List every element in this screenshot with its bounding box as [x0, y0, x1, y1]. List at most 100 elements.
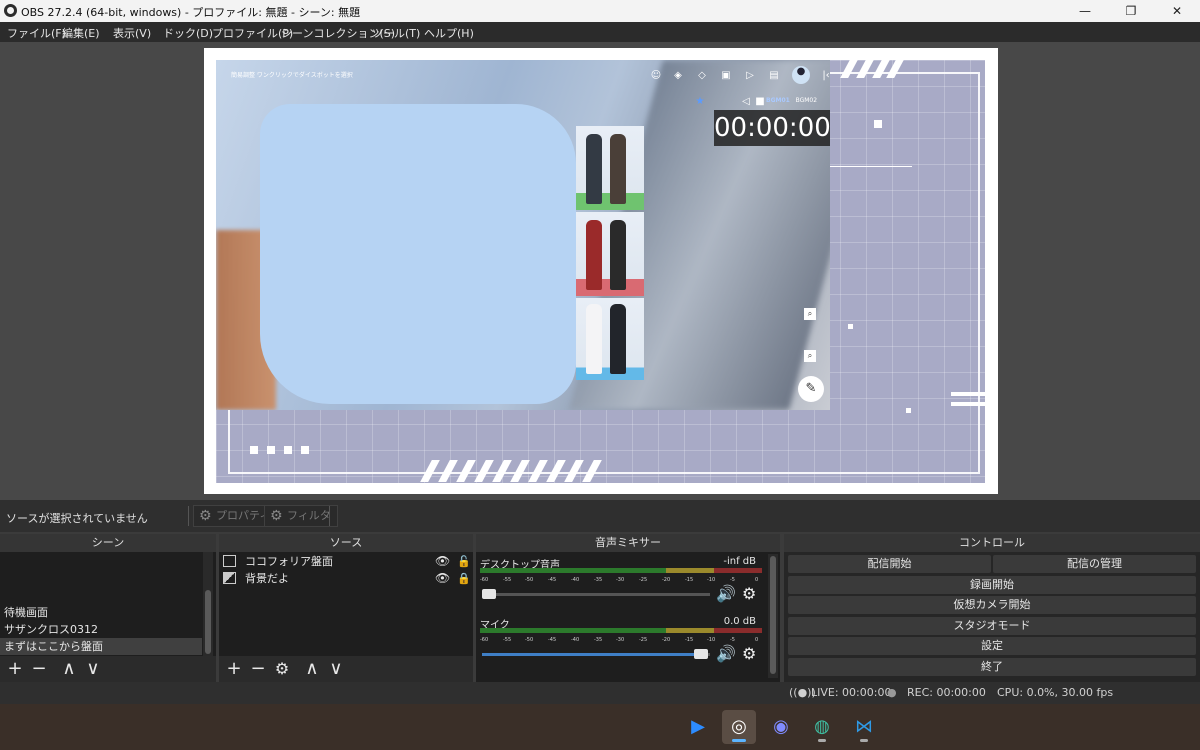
- star-icon: ★: [695, 96, 705, 107]
- volume-slider[interactable]: [482, 649, 710, 659]
- start-recording-button[interactable]: 録画開始: [788, 576, 1196, 594]
- preview-canvas[interactable]: 簡易調整 ワンクリックでダイスボットを選択 ☺ ◈ ◇ ▣ ▷ ▤ ● |‹ ★…: [204, 48, 998, 494]
- menu-edit[interactable]: 編集(E): [62, 25, 100, 41]
- zoom-in-icon[interactable]: ⌕: [804, 308, 816, 320]
- visibility-eye-icon[interactable]: 👁: [435, 570, 450, 587]
- move-source-up-button[interactable]: ∧: [301, 658, 323, 680]
- scene-item[interactable]: 待機画面: [0, 604, 202, 621]
- gear-icon[interactable]: ⚙: [742, 644, 756, 663]
- status-bar: ((●)) LIVE: 00:00:00 ● REC: 00:00:00 CPU…: [0, 682, 1200, 704]
- lock-icon[interactable]: 🔒: [457, 570, 471, 587]
- scrollbar-thumb[interactable]: [770, 556, 776, 674]
- filters-label: フィルタ: [287, 509, 331, 522]
- zoom-app-icon[interactable]: ▶: [681, 710, 715, 744]
- obs-app-icon[interactable]: ◎: [722, 710, 756, 744]
- board-overlay-text: 簡易調整 ワンクリックでダイスボットを選択: [231, 72, 353, 79]
- source-row[interactable]: ココフォリア盤面 👁 🔓: [221, 553, 471, 570]
- menu-tools[interactable]: ツール(T): [372, 25, 420, 41]
- dice-icon: ☺: [650, 70, 662, 81]
- menu-help[interactable]: ヘルプ(H): [424, 25, 474, 41]
- scenes-header: シーン: [0, 534, 216, 552]
- no-source-selected-label: ソースが選択されていません: [6, 512, 148, 525]
- unlock-icon[interactable]: 🔓: [457, 553, 471, 570]
- rec-time: REC: 00:00:00: [907, 686, 986, 699]
- scenes-dock: シーン 待機画面 サザンクロス0312 まずはここから盤面 + − ∧ ∨: [0, 534, 216, 682]
- move-source-down-button[interactable]: ∨: [325, 658, 347, 680]
- scrollbar-thumb[interactable]: [205, 590, 211, 654]
- divider: [329, 506, 330, 526]
- character-figure: [610, 134, 626, 204]
- discord-app-icon[interactable]: ◉: [764, 710, 798, 744]
- bgm-tab-2[interactable]: BGM02: [796, 97, 817, 104]
- mixer-scrollbar[interactable]: [768, 554, 778, 678]
- film-icon: ▤: [769, 70, 779, 81]
- image-icon: [223, 572, 236, 584]
- play-icon: ▷: [746, 70, 754, 81]
- character-figure: [610, 304, 626, 374]
- speaker-icon[interactable]: 🔊: [716, 644, 736, 663]
- filters-button[interactable]: ⚙ フィルタ: [264, 505, 338, 527]
- settings-button[interactable]: 設定: [788, 637, 1196, 655]
- add-source-button[interactable]: +: [223, 658, 245, 680]
- move-scene-down-button[interactable]: ∨: [82, 658, 104, 680]
- bgm-tab-1[interactable]: BGM01: [766, 97, 790, 104]
- obs-icon: ◎: [731, 716, 747, 737]
- source-row[interactable]: 背景だよ 👁 🔒: [221, 570, 471, 587]
- stack-icon: ◇: [698, 70, 706, 81]
- sources-toolbar: + − ⚙ ∧ ∨: [219, 656, 473, 682]
- timer-display: 00:00:00: [714, 110, 830, 146]
- vscode-app-icon[interactable]: ⋈: [847, 710, 881, 744]
- scenes-scrollbar[interactable]: [203, 552, 213, 656]
- channel-db: 0.0 dB: [723, 616, 756, 627]
- close-button[interactable]: ✕: [1154, 0, 1200, 22]
- exit-button[interactable]: 終了: [788, 658, 1196, 676]
- deco-bar: [951, 402, 985, 406]
- minimize-button[interactable]: —: [1062, 0, 1108, 22]
- running-indicator: [818, 739, 826, 742]
- sources-list: ココフォリア盤面 👁 🔓 背景だよ 👁 🔒: [219, 552, 473, 656]
- manage-broadcast-button[interactable]: 配信の管理: [993, 555, 1196, 573]
- deco-square: [848, 324, 853, 329]
- character-card-3: [576, 298, 644, 380]
- studio-mode-button[interactable]: スタジオモード: [788, 617, 1196, 635]
- start-virtual-camera-button[interactable]: 仮想カメラ開始: [788, 596, 1196, 614]
- volume-slider[interactable]: [482, 589, 710, 599]
- character-figure: [586, 134, 602, 204]
- cpu-fps: CPU: 0.0%, 30.00 fps: [997, 686, 1114, 699]
- filter-icon: ⚙: [270, 508, 283, 524]
- zoom-out-icon[interactable]: ⌕: [804, 350, 816, 362]
- menu-file[interactable]: ファイル(F): [7, 25, 66, 41]
- edge-icon: ◍: [814, 716, 830, 737]
- start-streaming-button[interactable]: 配信開始: [788, 555, 991, 573]
- speaker-icon[interactable]: 🔊: [716, 584, 736, 603]
- controls-body: 配信開始 配信の管理 録画開始 仮想カメラ開始 スタジオモード 設定 終了: [784, 552, 1200, 682]
- controls-dock: コントロール 配信開始 配信の管理 録画開始 仮想カメラ開始 スタジオモード 設…: [784, 534, 1200, 682]
- scene-item-selected[interactable]: まずはここから盤面: [0, 638, 202, 655]
- active-indicator: [732, 739, 746, 742]
- remove-source-button[interactable]: −: [247, 658, 269, 680]
- character-card-2: [576, 212, 644, 296]
- board-screenshot: 簡易調整 ワンクリックでダイスボットを選択 ☺ ◈ ◇ ▣ ▷ ▤ ● |‹ ★…: [216, 60, 830, 410]
- source-name: 背景だよ: [245, 572, 289, 585]
- avatar: ●: [792, 66, 810, 84]
- remove-scene-button[interactable]: −: [28, 658, 50, 680]
- preview-area[interactable]: 簡易調整 ワンクリックでダイスボットを選択 ☺ ◈ ◇ ▣ ▷ ▤ ● |‹ ★…: [0, 42, 1200, 500]
- scene-item[interactable]: サザンクロス0312: [0, 621, 202, 638]
- menu-dock[interactable]: ドック(D): [163, 25, 213, 41]
- bgm-tabs: BGM01 BGM02: [766, 97, 817, 104]
- restore-button[interactable]: ❐: [1108, 0, 1154, 22]
- edge-app-icon[interactable]: ◍: [805, 710, 839, 744]
- menu-view[interactable]: 表示(V): [113, 25, 151, 41]
- volume-fill: [482, 653, 698, 656]
- obs-logo-icon: [4, 4, 17, 17]
- source-settings-button[interactable]: ⚙: [271, 658, 293, 680]
- pencil-icon[interactable]: ✎: [798, 376, 824, 402]
- gear-icon[interactable]: ⚙: [742, 584, 756, 603]
- volume-knob[interactable]: [482, 589, 496, 599]
- volume-knob[interactable]: [694, 649, 708, 659]
- gear-icon: ⚙: [199, 508, 212, 524]
- visibility-eye-icon[interactable]: 👁: [435, 553, 450, 570]
- add-scene-button[interactable]: +: [4, 658, 26, 680]
- move-scene-up-button[interactable]: ∧: [58, 658, 80, 680]
- collapse-icon: |‹: [822, 70, 830, 81]
